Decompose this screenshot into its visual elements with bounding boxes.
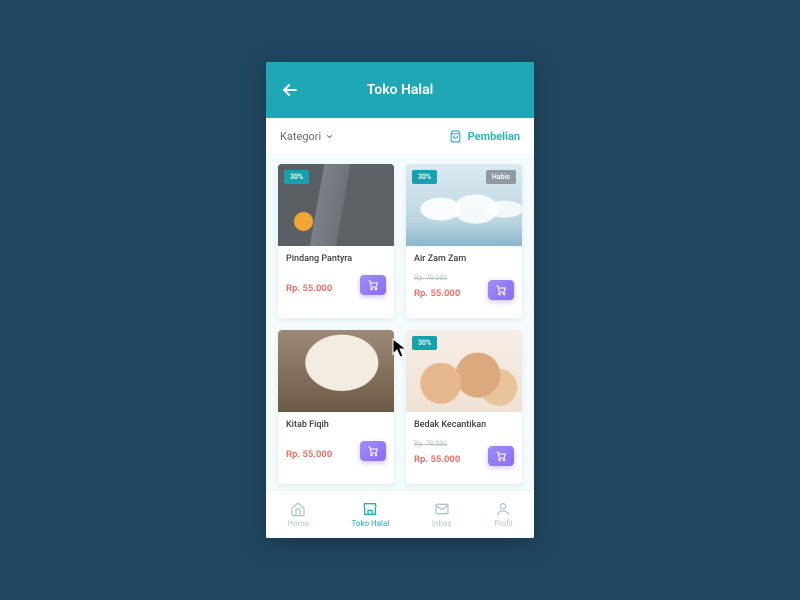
discount-badge: 30% xyxy=(284,170,309,184)
top-bar: Toko Halal xyxy=(266,62,534,118)
bottom-nav: Home Toko Halal Inbox Profil xyxy=(266,490,534,538)
product-price: Rp. 55.000 xyxy=(286,449,332,460)
shopping-bag-icon xyxy=(449,130,462,143)
product-price: Rp. 55.000 xyxy=(286,283,332,294)
product-grid: 30% Pindang Pantyra Rp. 55.000 30% Ha xyxy=(266,154,534,490)
product-name: Kitab Fiqih xyxy=(286,420,386,431)
page-title: Toko Halal xyxy=(266,82,534,98)
add-to-cart-button[interactable] xyxy=(488,280,514,300)
add-to-cart-button[interactable] xyxy=(360,275,386,295)
purchase-link[interactable]: Pembelian xyxy=(449,130,520,143)
chevron-down-icon xyxy=(325,132,334,141)
product-price: Rp. 55.000 xyxy=(414,288,460,299)
nav-toko-halal[interactable]: Toko Halal xyxy=(351,501,389,528)
product-card[interactable]: 30% Habis Air Zam Zam Rp. 70.000 Rp. 55.… xyxy=(406,164,522,318)
store-icon xyxy=(362,501,378,517)
nav-label: Profil xyxy=(494,519,513,528)
filter-bar: Kategori Pembelian xyxy=(266,118,534,154)
product-image: 30% xyxy=(278,164,394,246)
product-name: Bedak Kecantikan xyxy=(414,420,514,431)
product-image xyxy=(278,330,394,412)
old-price: Rp. 70.000 xyxy=(414,275,460,283)
old-price: Rp. 70.000 xyxy=(414,441,460,449)
nav-label: Inbox xyxy=(432,519,452,528)
category-label: Kategori xyxy=(280,130,321,143)
product-card[interactable]: Kitab Fiqih Rp. 55.000 xyxy=(278,330,394,484)
product-card[interactable]: 30% Pindang Pantyra Rp. 55.000 xyxy=(278,164,394,318)
category-dropdown[interactable]: Kategori xyxy=(280,130,334,143)
product-name: Air Zam Zam xyxy=(414,254,514,265)
nav-home[interactable]: Home xyxy=(287,501,309,528)
app-frame: Toko Halal Kategori Pembelian 30% Pindan… xyxy=(266,62,534,538)
nav-label: Toko Halal xyxy=(351,519,389,528)
add-to-cart-button[interactable] xyxy=(488,446,514,466)
add-to-cart-button[interactable] xyxy=(360,441,386,461)
product-image: 30% Habis xyxy=(406,164,522,246)
nav-label: Home xyxy=(287,519,309,528)
cart-icon xyxy=(367,445,379,457)
nav-profil[interactable]: Profil xyxy=(494,501,513,528)
nav-inbox[interactable]: Inbox xyxy=(432,501,452,528)
home-icon xyxy=(290,501,306,517)
product-price: Rp. 55.000 xyxy=(414,454,460,465)
status-badge: Habis xyxy=(486,170,516,184)
product-card[interactable]: 30% Bedak Kecantikan Rp. 70.000 Rp. 55.0… xyxy=(406,330,522,484)
product-image: 30% xyxy=(406,330,522,412)
cart-icon xyxy=(495,450,507,462)
arrow-left-icon xyxy=(280,80,300,100)
cart-icon xyxy=(495,284,507,296)
purchase-label: Pembelian xyxy=(468,130,520,143)
discount-badge: 30% xyxy=(412,170,437,184)
discount-badge: 30% xyxy=(412,336,437,350)
cart-icon xyxy=(367,279,379,291)
back-button[interactable] xyxy=(280,79,302,101)
product-name: Pindang Pantyra xyxy=(286,254,386,265)
user-icon xyxy=(495,501,511,517)
mail-icon xyxy=(434,501,450,517)
